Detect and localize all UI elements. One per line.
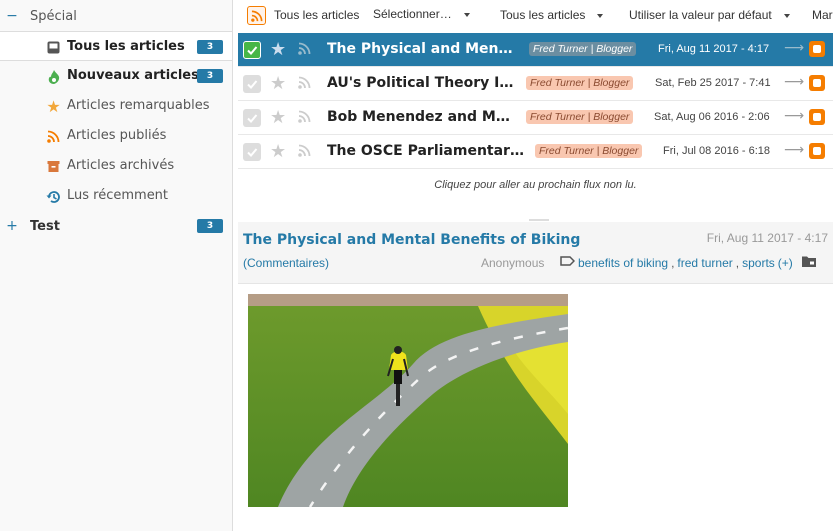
article-tags: benefits of biking, fred turner, sports … <box>560 255 816 270</box>
pane-splitter-handle[interactable] <box>529 219 549 221</box>
history-icon <box>46 189 61 204</box>
feed-all-articles[interactable]: Tous les articles 3 <box>0 31 232 61</box>
feed-starred-articles[interactable]: ★ Articles remarquables <box>0 91 232 121</box>
sort-mode-label: Utiliser la valeur par défaut <box>629 8 772 22</box>
headline-date: Sat, Aug 06 2016 - 2:06 <box>654 111 770 123</box>
headline-date: Fri, Aug 11 2017 - 4:17 <box>658 43 770 55</box>
category-special[interactable]: − Spécial <box>0 1 232 31</box>
article-image-cyclist <box>248 294 568 507</box>
rss-icon <box>46 129 61 144</box>
tag-separator: , <box>671 255 675 270</box>
archive-icon <box>46 159 61 174</box>
select-checkbox[interactable] <box>243 41 261 59</box>
blogger-icon[interactable] <box>809 109 825 125</box>
article-header: The Physical and Mental Benefits of Biki… <box>238 222 833 284</box>
chevron-down-icon <box>463 12 470 17</box>
select-label: Sélectionner… <box>373 7 452 21</box>
feed-fresh-articles[interactable]: Nouveaux articles 3 <box>0 61 232 91</box>
category-test[interactable]: + Test 3 <box>0 211 232 241</box>
headline-row[interactable]: ★ Bob Menendez and Max Sandlin Fred Turn… <box>238 101 833 135</box>
select-dropdown[interactable]: Sélectionner… <box>373 7 470 21</box>
feed-title: Articles archivés <box>67 158 175 173</box>
feed-published-articles[interactable]: Articles publiés <box>0 121 232 151</box>
view-mode-dropdown[interactable]: Tous les articles <box>500 8 604 22</box>
chevron-down-icon <box>597 13 604 18</box>
arrow-right-icon: ⟶ <box>784 40 805 56</box>
tag-link[interactable]: fred turner <box>677 256 732 270</box>
arrow-right-icon: ⟶ <box>784 142 805 158</box>
feed-title: Nouveaux articles <box>67 68 199 83</box>
collapse-toggle[interactable]: − <box>0 8 24 24</box>
headline-row[interactable]: ★ The OSCE Parliamentary Assembly Fred T… <box>238 135 833 169</box>
article-date: Fri, Aug 11 2017 - 4:17 <box>706 231 828 245</box>
tag-link[interactable]: sports <box>742 256 775 270</box>
mark-as-read-button[interactable]: Mar <box>812 8 833 22</box>
category-title: Test <box>30 218 60 234</box>
headline-title[interactable]: Bob Menendez and Max Sandlin <box>327 109 517 125</box>
feed-recently-read[interactable]: Lus récemment <box>0 181 232 211</box>
feed-name-tag[interactable]: Fred Turner | Blogger <box>529 42 637 56</box>
inbox-icon <box>46 40 61 55</box>
feed-name-tag[interactable]: Fred Turner | Blogger <box>526 110 634 124</box>
headline-date: Sat, Feb 25 2017 - 7:41 <box>655 77 771 89</box>
feed-name-tag[interactable]: Fred Turner | Blogger <box>535 144 643 158</box>
rss-icon[interactable] <box>298 42 311 59</box>
blogger-icon[interactable] <box>809 75 825 91</box>
headlines-list: ★ The Physical and Mental Benefits of Bi… <box>238 33 833 221</box>
more-tags-link[interactable]: (+) <box>778 256 793 270</box>
blogger-icon[interactable] <box>809 41 825 57</box>
current-feed-title: Tous les articles <box>274 8 360 22</box>
blogger-icon[interactable] <box>809 143 825 159</box>
unread-count-badge: 3 <box>197 69 223 83</box>
tag-link[interactable]: benefits of biking <box>578 256 668 270</box>
category-title: Spécial <box>30 8 77 24</box>
rss-icon[interactable] <box>298 110 311 127</box>
headline-row[interactable]: ★ AU's Political Theory Institute Fred T… <box>238 67 833 101</box>
star-icon[interactable]: ★ <box>270 109 286 127</box>
headlines-toolbar: Tous les articles Sélectionner… Tous les… <box>238 0 833 33</box>
unread-count-badge: 3 <box>197 219 223 233</box>
expand-toggle[interactable]: + <box>0 218 24 234</box>
headline-row[interactable]: ★ The Physical and Mental Benefits of Bi… <box>238 33 833 67</box>
feed-title: Lus récemment <box>67 188 169 203</box>
feed-rss-icon[interactable] <box>247 6 266 25</box>
feed-title: Articles remarquables <box>67 98 210 113</box>
feed-archived-articles[interactable]: Articles archivés <box>0 151 232 181</box>
arrow-right-icon: ⟶ <box>784 74 805 90</box>
article-pane: The Physical and Mental Benefits of Biki… <box>238 222 833 531</box>
headline-title[interactable]: The OSCE Parliamentary Assembly <box>327 143 525 159</box>
arrow-right-icon: ⟶ <box>784 108 805 124</box>
star-icon[interactable]: ★ <box>270 41 286 59</box>
article-comments-link[interactable]: (Commentaires) <box>243 256 329 270</box>
tag-separator: , <box>735 255 740 270</box>
feed-title: Articles publiés <box>67 128 167 143</box>
article-author: Anonymous <box>481 256 545 270</box>
feed-tree-sidebar: − Spécial Tous les articles 3 Nouveaux a… <box>0 0 233 531</box>
headline-title[interactable]: AU's Political Theory Institute <box>327 75 517 91</box>
feed-name-tag[interactable]: Fred Turner | Blogger <box>526 76 634 90</box>
sort-mode-dropdown[interactable]: Utiliser la valeur par défaut <box>629 8 790 22</box>
headline-title[interactable]: The Physical and Mental Benefits of Biki… <box>327 41 517 57</box>
star-icon[interactable]: ★ <box>270 143 286 161</box>
chevron-down-icon <box>783 13 790 18</box>
view-mode-label: Tous les articles <box>500 8 586 22</box>
folder-icon[interactable] <box>801 255 816 270</box>
select-checkbox[interactable] <box>243 109 261 127</box>
fresh-icon <box>46 69 61 84</box>
star-icon: ★ <box>46 97 61 116</box>
select-checkbox[interactable] <box>243 75 261 93</box>
article-title-link[interactable]: The Physical and Mental Benefits of Biki… <box>243 232 580 248</box>
tag-icon <box>560 255 576 270</box>
select-checkbox[interactable] <box>243 143 261 161</box>
star-icon[interactable]: ★ <box>270 75 286 93</box>
unread-count-badge: 3 <box>197 40 223 54</box>
rss-icon[interactable] <box>298 76 311 93</box>
feed-title: Tous les articles <box>67 39 185 54</box>
rss-icon[interactable] <box>298 144 311 161</box>
next-unread-feed-link[interactable]: Cliquez pour aller au prochain flux non … <box>238 179 833 191</box>
headline-date: Fri, Jul 08 2016 - 6:18 <box>663 145 771 157</box>
